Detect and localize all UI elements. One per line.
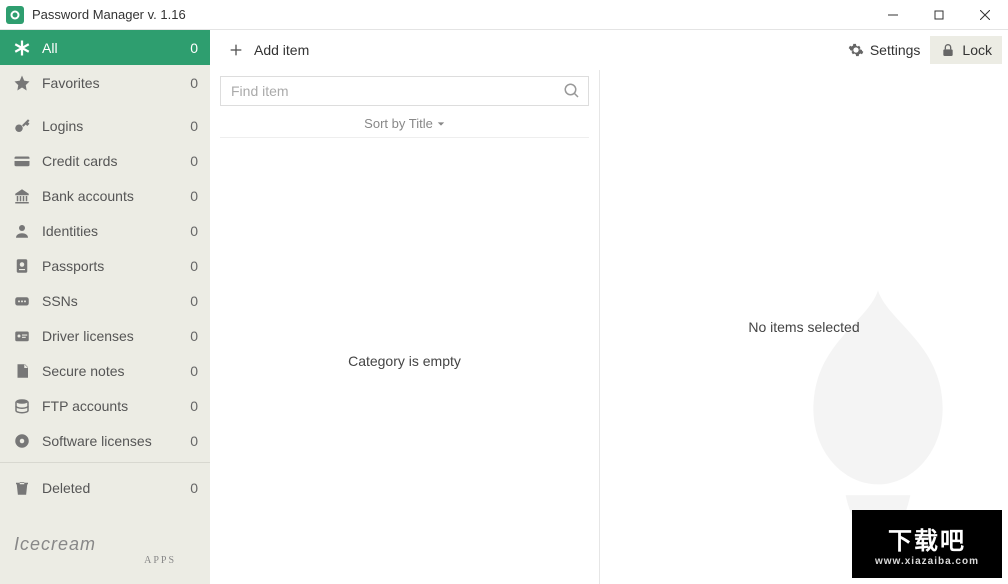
sidebar-item-label: Secure notes — [42, 363, 190, 379]
sidebar-item-count: 0 — [190, 40, 198, 56]
plus-icon — [228, 42, 244, 58]
note-icon — [12, 362, 32, 380]
star-icon — [12, 74, 32, 92]
window-close-button[interactable] — [962, 0, 1008, 30]
sidebar-item-label: Driver licenses — [42, 328, 190, 344]
sidebar-item-passports[interactable]: Passports 0 — [0, 248, 210, 283]
sidebar-item-label: Credit cards — [42, 153, 190, 169]
sidebar-item-credit-cards[interactable]: Credit cards 0 — [0, 143, 210, 178]
sidebar-spacer — [0, 505, 210, 522]
sidebar-item-label: Bank accounts — [42, 188, 190, 204]
gear-icon — [848, 42, 864, 58]
panes: Sort by Title Category is empty No items… — [210, 70, 1008, 584]
search-icon — [563, 82, 581, 100]
software-icon — [12, 432, 32, 450]
sidebar-gap — [0, 100, 210, 108]
lock-icon — [940, 42, 956, 58]
detail-empty-message: No items selected — [748, 319, 859, 335]
sidebar-item-label: Identities — [42, 223, 190, 239]
sidebar-item-deleted[interactable]: Deleted 0 — [0, 470, 210, 505]
brand-line2: APPS — [14, 555, 196, 566]
chevron-down-icon — [437, 120, 445, 128]
sidebar-item-count: 0 — [190, 433, 198, 449]
sidebar-item-count: 0 — [190, 223, 198, 239]
sidebar-item-logins[interactable]: Logins 0 — [0, 108, 210, 143]
badge-small: www.xiazaiba.com — [875, 556, 979, 567]
sidebar-item-bank-accounts[interactable]: Bank accounts 0 — [0, 178, 210, 213]
app-icon — [6, 6, 24, 24]
list-pane: Sort by Title Category is empty — [210, 70, 600, 584]
sidebar-item-label: Passports — [42, 258, 190, 274]
license-icon — [12, 327, 32, 345]
titlebar-left: Password Manager v. 1.16 — [0, 6, 186, 24]
search-input[interactable] — [220, 76, 589, 106]
toolbar: Add item Settings Lock — [210, 30, 1008, 70]
bank-icon — [12, 187, 32, 205]
sidebar-item-label: Software licenses — [42, 433, 190, 449]
sidebar-item-ftp-accounts[interactable]: FTP accounts 0 — [0, 388, 210, 423]
add-item-button[interactable]: Add item — [220, 38, 317, 62]
download-badge: 下载吧 www.xiazaiba.com — [852, 510, 1002, 578]
sidebar-item-count: 0 — [190, 258, 198, 274]
titlebar: Password Manager v. 1.16 — [0, 0, 1008, 30]
sort-label: Sort by Title — [364, 116, 433, 131]
window-controls — [870, 0, 1008, 30]
lock-button[interactable]: Lock — [930, 36, 1002, 64]
sidebar-item-label: FTP accounts — [42, 398, 190, 414]
sidebar-item-label: All — [42, 40, 190, 56]
app-title: Password Manager v. 1.16 — [32, 7, 186, 22]
brand: Icecream APPS — [0, 522, 210, 584]
sidebar-item-count: 0 — [190, 153, 198, 169]
lock-label: Lock — [962, 42, 992, 58]
sidebar-item-favorites[interactable]: Favorites 0 — [0, 65, 210, 100]
sidebar-item-software-licenses[interactable]: Software licenses 0 — [0, 423, 210, 458]
sidebar-item-label: SSNs — [42, 293, 190, 309]
key-icon — [12, 117, 32, 135]
sidebar-divider — [0, 462, 210, 470]
sidebar-item-count: 0 — [190, 328, 198, 344]
sidebar: All 0 Favorites 0 Logins 0 Credit cards … — [0, 30, 210, 584]
sidebar-item-identities[interactable]: Identities 0 — [0, 213, 210, 248]
settings-label: Settings — [870, 42, 921, 58]
sidebar-item-label: Logins — [42, 118, 190, 134]
trash-icon — [12, 479, 32, 497]
ssn-icon — [12, 292, 32, 310]
sidebar-item-count: 0 — [190, 188, 198, 204]
sidebar-item-count: 0 — [190, 363, 198, 379]
sidebar-item-ssns[interactable]: SSNs 0 — [0, 283, 210, 318]
sidebar-item-label: Deleted — [42, 480, 190, 496]
window-maximize-button[interactable] — [916, 0, 962, 30]
sidebar-item-count: 0 — [190, 118, 198, 134]
content: Add item Settings Lock Sort by Title — [210, 30, 1008, 584]
search-box — [220, 76, 589, 106]
list-empty-message: Category is empty — [220, 138, 589, 584]
sidebar-item-driver-licenses[interactable]: Driver licenses 0 — [0, 318, 210, 353]
card-icon — [12, 152, 32, 170]
detail-pane: No items selected — [600, 70, 1008, 584]
sidebar-item-count: 0 — [190, 398, 198, 414]
person-icon — [12, 222, 32, 240]
sidebar-item-count: 0 — [190, 75, 198, 91]
asterisk-icon — [12, 39, 32, 57]
sidebar-item-label: Favorites — [42, 75, 190, 91]
window-minimize-button[interactable] — [870, 0, 916, 30]
sidebar-item-count: 0 — [190, 480, 198, 496]
add-item-label: Add item — [254, 42, 309, 58]
main: All 0 Favorites 0 Logins 0 Credit cards … — [0, 30, 1008, 584]
badge-big: 下载吧 — [888, 521, 966, 556]
sidebar-item-secure-notes[interactable]: Secure notes 0 — [0, 353, 210, 388]
sort-button[interactable]: Sort by Title — [220, 110, 589, 138]
passport-icon — [12, 257, 32, 275]
sidebar-item-all[interactable]: All 0 — [0, 30, 210, 65]
sidebar-item-count: 0 — [190, 293, 198, 309]
brand-line1: Icecream — [14, 534, 196, 555]
settings-button[interactable]: Settings — [838, 36, 931, 64]
ftp-icon — [12, 397, 32, 415]
